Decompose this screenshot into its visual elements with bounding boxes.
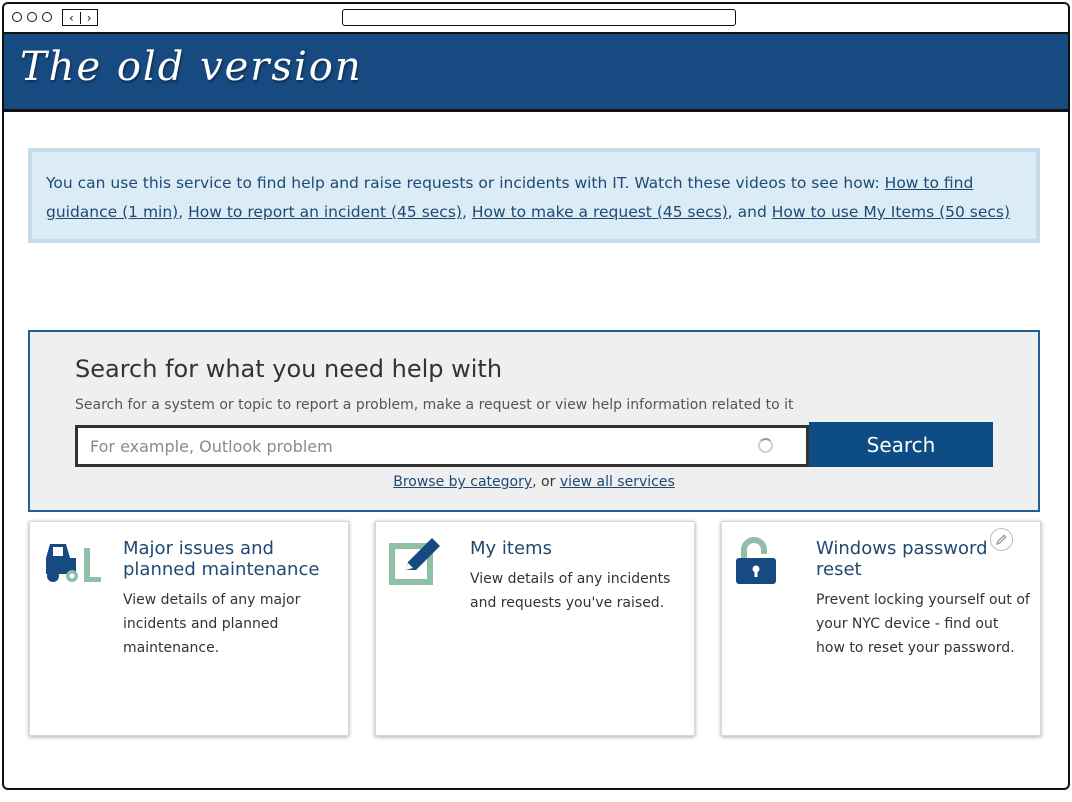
card-title[interactable]: Major issues and planned maintenance (123, 538, 338, 580)
header-banner: The old version (4, 32, 1068, 112)
edit-icon[interactable] (990, 528, 1013, 551)
browse-separator: , or (532, 474, 560, 490)
card-title[interactable]: My items (470, 538, 685, 559)
window-control-dot[interactable] (12, 12, 22, 22)
search-heading: Search for what you need help with (75, 355, 503, 383)
separator: , and (727, 203, 772, 221)
window-control-dot[interactable] (27, 12, 37, 22)
card-description: View details of any incidents and reques… (470, 571, 671, 611)
forward-icon[interactable]: › (80, 11, 97, 24)
browse-by-category-link[interactable]: Browse by category (393, 474, 532, 490)
browse-links: Browse by category, or view all services (30, 474, 1038, 490)
info-text: You can use this service to find help an… (46, 174, 885, 192)
unlock-icon (736, 537, 776, 584)
video-link-make-request[interactable]: How to make a request (45 secs) (472, 203, 728, 221)
page-title: The old version (20, 44, 363, 90)
card-my-items[interactable]: My items View details of any incidents a… (375, 521, 695, 736)
search-panel: Search for what you need help with Searc… (28, 330, 1040, 512)
separator: , (178, 203, 189, 221)
separator: , (461, 203, 472, 221)
video-link-report-incident[interactable]: How to report an incident (45 secs) (188, 203, 462, 221)
card-title[interactable]: Windows password reset (816, 538, 1016, 580)
card-password-reset[interactable]: Windows password reset Prevent locking y… (721, 521, 1041, 736)
card-major-issues[interactable]: Major issues and planned maintenance Vie… (29, 521, 349, 736)
back-icon[interactable]: ‹ (63, 12, 80, 24)
address-bar[interactable] (342, 9, 736, 26)
forklift-icon (46, 544, 101, 582)
loading-spinner-icon (758, 438, 773, 453)
search-input[interactable] (75, 425, 809, 467)
browser-chrome: ‹ › (4, 4, 1068, 32)
window-control-dot[interactable] (42, 12, 52, 22)
search-subtitle: Search for a system or topic to report a… (75, 397, 794, 413)
info-box: You can use this service to find help an… (28, 148, 1040, 243)
search-button[interactable]: Search (809, 422, 993, 467)
edit-document-icon (389, 538, 440, 585)
card-description: View details of any major incidents and … (123, 592, 301, 656)
card-description: Prevent locking yourself out of your NYC… (816, 592, 1030, 656)
history-nav: ‹ › (62, 9, 98, 26)
view-all-services-link[interactable]: view all services (560, 474, 675, 490)
video-link-my-items[interactable]: How to use My Items (50 secs) (772, 203, 1010, 221)
